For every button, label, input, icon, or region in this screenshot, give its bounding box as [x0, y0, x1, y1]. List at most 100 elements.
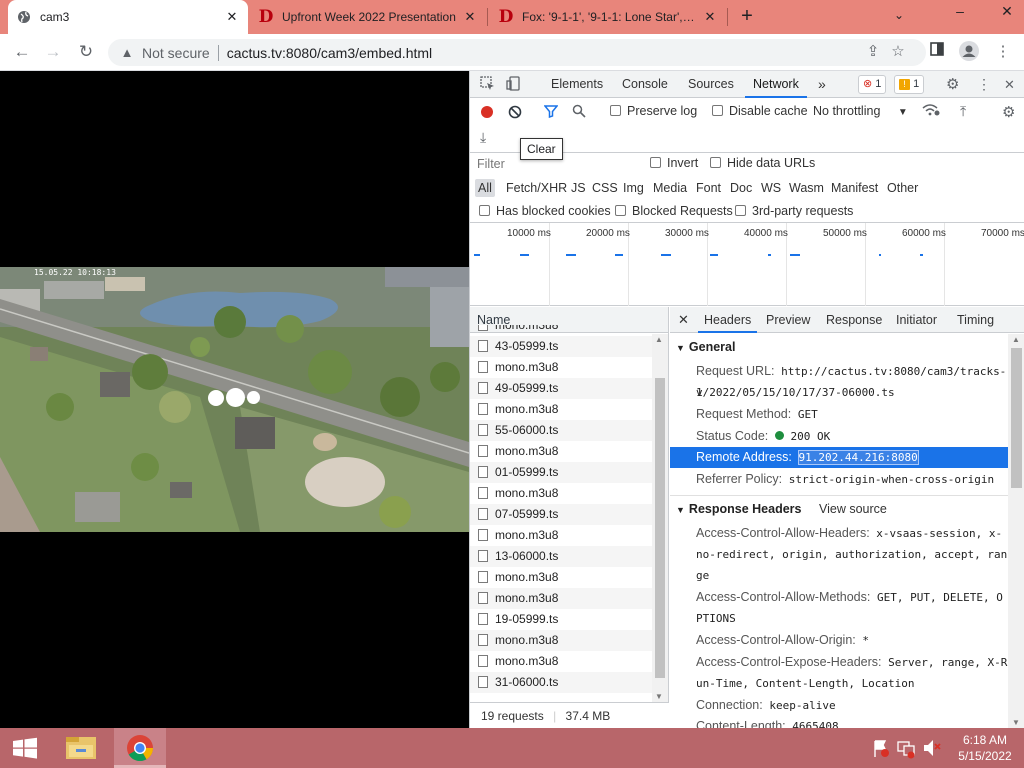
checkbox[interactable] [710, 157, 721, 168]
checkbox[interactable] [735, 205, 746, 216]
checkbox[interactable] [610, 105, 621, 116]
chrome-taskbar-icon[interactable] [114, 728, 166, 768]
scrollbar-thumb[interactable] [1011, 348, 1022, 488]
address-bar[interactable]: ▲ Not secure cactus.tv:8080/cam3/embed.h… [108, 39, 926, 66]
request-row[interactable]: 31-06000.ts [470, 672, 652, 693]
tab-cam3[interactable]: cam3 ✕ [8, 0, 248, 34]
tab-initiator[interactable]: Initiator [896, 307, 937, 333]
view-source-link[interactable]: View source [819, 502, 887, 516]
network-status-icon[interactable] [895, 728, 917, 768]
filter-type-js[interactable]: JS [568, 179, 589, 197]
tab-timing[interactable]: Timing [957, 307, 994, 333]
disable-cache-checkbox[interactable]: Disable cache [712, 104, 808, 118]
blocked-requests-checkbox[interactable]: Blocked Requests [615, 204, 733, 218]
filter-input[interactable]: Filter [477, 157, 505, 171]
scroll-down-arrow-icon[interactable]: ▼ [1012, 718, 1020, 727]
new-tab-button[interactable]: + [737, 6, 757, 27]
request-row[interactable]: mono.m3u8 [470, 441, 652, 462]
scroll-down-arrow-icon[interactable]: ▼ [655, 692, 663, 701]
filter-type-font[interactable]: Font [693, 179, 724, 197]
tab-network[interactable]: Network [745, 71, 807, 98]
throttling-select[interactable]: No throttling ▼ [813, 104, 908, 118]
camera-video[interactable]: 15.05.22 10:18:13 [0, 267, 469, 532]
filter-type-img[interactable]: Img [620, 179, 647, 197]
filter-funnel-icon[interactable] [543, 104, 559, 121]
filter-type-all[interactable]: All [475, 179, 495, 197]
restore-window-icon[interactable] [944, 0, 978, 22]
close-devtools-icon[interactable]: ✕ [1004, 71, 1015, 98]
network-overview[interactable]: 10000 ms 20000 ms 30000 ms 40000 ms 5000… [470, 223, 1024, 306]
remote-address-row[interactable]: Remote Address: 91.202.44.216:8080 [670, 447, 1008, 468]
devtools-menu-icon[interactable]: ⋮ [977, 71, 991, 98]
tab-elements[interactable]: Elements [551, 71, 603, 98]
taskbar-clock[interactable]: 6:18 AM 5/15/2022 [950, 732, 1020, 764]
remote-address-value[interactable]: 91.202.44.216:8080 [797, 450, 919, 465]
third-party-checkbox[interactable]: 3rd-party requests [735, 204, 853, 218]
clear-icon[interactable] [508, 105, 522, 122]
checkbox[interactable] [479, 205, 490, 216]
details-scrollbar[interactable]: ▲ ▼ [1008, 334, 1024, 728]
tab-preview[interactable]: Preview [766, 307, 810, 333]
reload-icon[interactable]: ↻ [74, 40, 98, 64]
request-row[interactable]: mono.m3u8 [470, 357, 652, 378]
request-row[interactable]: 49-05999.ts [470, 378, 652, 399]
request-row[interactable]: 01-05999.ts [470, 462, 652, 483]
general-section-header[interactable]: ▼ General [676, 340, 735, 354]
import-har-icon[interactable]: ⤒ [960, 103, 966, 120]
request-row[interactable]: mono.m3u8 [470, 483, 652, 504]
close-tab-icon[interactable]: ✕ [462, 9, 478, 25]
filter-type-other[interactable]: Other [884, 179, 921, 197]
close-tab-icon[interactable]: ✕ [702, 9, 718, 25]
file-explorer-icon[interactable] [56, 728, 106, 768]
filter-type-wasm[interactable]: Wasm [786, 179, 827, 197]
request-row[interactable]: mono.m3u8 [470, 399, 652, 420]
invert-checkbox[interactable]: Invert [650, 156, 698, 170]
filter-type-css[interactable]: CSS [589, 179, 621, 197]
tab-console[interactable]: Console [622, 71, 668, 98]
tab-headers[interactable]: Headers [698, 307, 758, 333]
network-conditions-icon[interactable] [922, 103, 940, 120]
request-row[interactable]: 19-05999.ts [470, 609, 652, 630]
close-window-icon[interactable]: ✕ [990, 0, 1024, 22]
windows-start-icon[interactable] [8, 728, 42, 768]
close-tab-icon[interactable]: ✕ [224, 9, 240, 25]
settings-gear-icon[interactable]: ⚙ [946, 71, 959, 98]
request-row[interactable]: mono.m3u8 [470, 588, 652, 609]
bookmark-star-icon[interactable]: ☆ [887, 41, 909, 63]
volume-muted-icon[interactable] [920, 728, 942, 768]
back-arrow-icon[interactable]: ← [10, 40, 34, 64]
tab-response[interactable]: Response [826, 307, 882, 333]
scroll-up-arrow-icon[interactable]: ▲ [655, 335, 663, 344]
inspect-element-icon[interactable] [480, 71, 495, 98]
tab-upfront[interactable]: D Upfront Week 2022 Presentation ✕ [250, 0, 486, 34]
checkbox[interactable] [615, 205, 626, 216]
hide-data-urls-checkbox[interactable]: Hide data URLs [710, 156, 815, 170]
close-details-icon[interactable]: ✕ [678, 307, 689, 333]
request-row[interactable]: mono.m3u8 [470, 630, 652, 651]
share-icon[interactable]: ⇪ [862, 41, 884, 63]
search-icon[interactable] [572, 104, 586, 121]
scrollbar-thumb[interactable] [655, 378, 665, 678]
profile-avatar-icon[interactable] [958, 41, 980, 63]
scroll-up-arrow-icon[interactable]: ▲ [1012, 335, 1020, 344]
checkbox[interactable] [712, 105, 723, 116]
warning-count-badge[interactable]: ! 1 [894, 75, 925, 94]
warning-triangle-icon[interactable]: ▲ [118, 45, 136, 60]
kebab-menu-icon[interactable]: ⋮ [992, 41, 1014, 63]
error-count-badge[interactable]: ⊗ 1 [858, 75, 887, 94]
tab-fox[interactable]: D Fox: '9-1-1', '9-1-1: Lone Star', 'Th … [490, 0, 726, 34]
network-settings-gear-icon[interactable]: ⚙ [1002, 103, 1015, 121]
request-row[interactable]: mono.m3u8 [470, 567, 652, 588]
device-toolbar-icon[interactable] [506, 71, 521, 98]
request-row[interactable]: 07-05999.ts [470, 504, 652, 525]
request-row[interactable]: mono.m3u8 [470, 651, 652, 672]
request-row[interactable]: 13-06000.ts [470, 546, 652, 567]
filter-type-fetch[interactable]: Fetch/XHR [503, 179, 570, 197]
response-headers-section-header[interactable]: ▼ Response Headers [676, 502, 801, 516]
forward-arrow-icon[interactable]: → [41, 40, 65, 64]
filter-type-manifest[interactable]: Manifest [828, 179, 881, 197]
more-tabs-chevron-icon[interactable]: » [818, 71, 826, 98]
filter-type-doc[interactable]: Doc [727, 179, 755, 197]
checkbox[interactable] [650, 157, 661, 168]
url-text[interactable]: cactus.tv:8080/cam3/embed.html [227, 45, 432, 61]
